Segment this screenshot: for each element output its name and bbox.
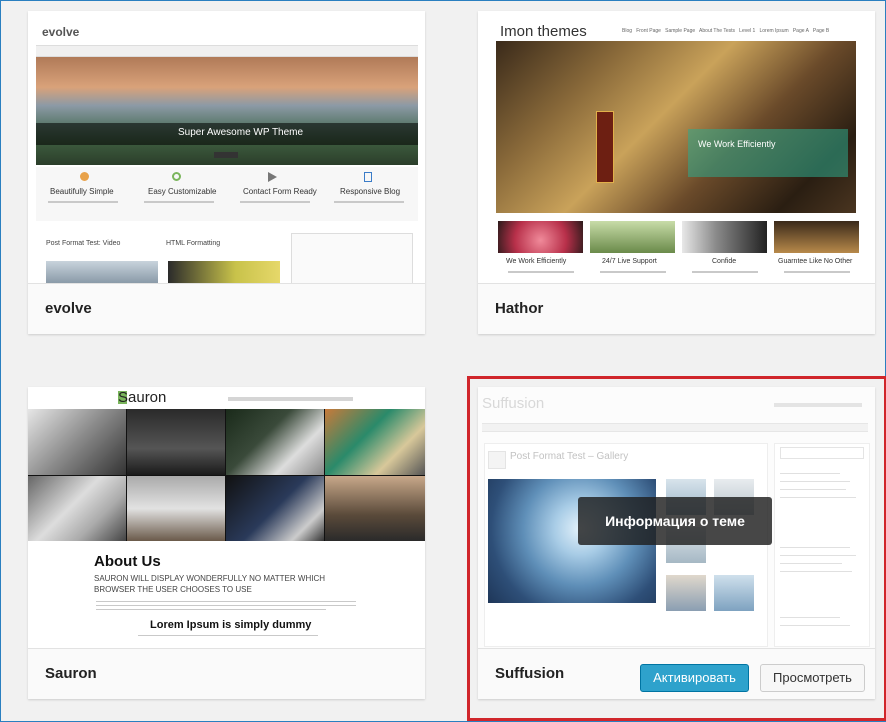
grid-tile <box>127 476 225 541</box>
feature-title: Beautifully Simple <box>50 187 114 196</box>
preview-nav-bar <box>228 397 353 401</box>
preview-about-text: SAURON WILL DISPLAY WONDERFULLY NO MATTE… <box>94 574 325 594</box>
preview-hero-caption-box <box>688 129 848 177</box>
feature-icon <box>268 172 277 182</box>
preview-post-title: Post Format Test: Video <box>46 240 121 247</box>
preview-hero-title: Super Awesome WP Theme <box>178 127 304 138</box>
theme-card-evolve[interactable]: evolve Super Awesome WP Theme Beautifull… <box>28 11 425 334</box>
preview-feature-title: Guarntee Like No Other <box>778 258 853 265</box>
preview-hero-image <box>36 57 418 165</box>
preview-feature-title: Confide <box>712 258 737 265</box>
grid-tile <box>226 476 324 541</box>
placeholder-line <box>138 635 318 636</box>
feature-title: Easy Customizable <box>148 187 217 196</box>
preview-nav-item: Level 1 <box>739 28 756 34</box>
theme-name: evolve <box>45 300 92 317</box>
theme-screenshot[interactable]: Imon themes Blog Front Page Sample Page … <box>478 11 875 283</box>
preview-hero-button <box>214 152 238 158</box>
placeholder-line <box>96 601 356 602</box>
feature-title: Contact Form Ready <box>243 187 317 196</box>
grid-tile <box>127 409 225 475</box>
placeholder-line <box>600 271 666 273</box>
preview-feature-title: We Work Efficiently <box>506 258 567 265</box>
preview-feature-image <box>498 221 583 253</box>
theme-name-bar: Sauron <box>28 648 425 699</box>
preview-feature-image <box>774 221 859 253</box>
preview-nav-bar <box>36 45 418 57</box>
grid-tile <box>325 476 425 541</box>
theme-name-bar: evolve <box>28 283 425 334</box>
preview-nav-item: About The Tests <box>699 28 735 34</box>
placeholder-line <box>784 271 850 273</box>
placeholder-line <box>240 201 310 203</box>
grid-tile <box>28 409 126 475</box>
preview-feature-image <box>682 221 767 253</box>
preview-lorem-title: Lorem Ipsum is simply dummy <box>150 619 312 631</box>
preview-nav-item: Page A <box>792 28 809 34</box>
preview-about-title: About Us <box>94 553 161 570</box>
preview-post-image <box>168 261 280 283</box>
preview-sidebar <box>291 233 413 283</box>
preview-nav-item: Blog <box>622 28 633 34</box>
preview-post-image <box>46 261 158 283</box>
theme-name-bar: Hathor <box>478 283 875 334</box>
theme-name: Sauron <box>45 665 97 682</box>
preview-hero-image <box>496 41 856 213</box>
grid-tile <box>28 476 126 541</box>
preview-nav: Blog Front Page Sample Page About The Te… <box>622 28 829 34</box>
theme-screenshot[interactable]: evolve Super Awesome WP Theme Beautifull… <box>28 11 425 283</box>
preview-logo: Sauron <box>118 389 167 406</box>
preview-nav-item: Lorem Ipsum <box>759 28 789 34</box>
preview-feature-title: 24/7 Live Support <box>602 258 657 265</box>
placeholder-line <box>692 271 758 273</box>
preview-logo: evolve <box>42 25 80 39</box>
placeholder-line <box>96 609 326 610</box>
feature-icon <box>172 172 181 181</box>
preview-logo: Imon themes <box>500 23 587 40</box>
placeholder-line <box>508 271 574 273</box>
feature-icon <box>80 172 89 181</box>
placeholder-line <box>334 201 404 203</box>
preview-feature-image <box>590 221 675 253</box>
preview-nav-item: Sample Page <box>665 28 696 34</box>
feature-title: Responsive Blog <box>340 187 401 196</box>
preview-post-title: HTML Formatting <box>166 240 221 247</box>
theme-name: Hathor <box>495 300 544 317</box>
theme-card-hathor[interactable]: Imon themes Blog Front Page Sample Page … <box>478 11 875 334</box>
theme-card-sauron[interactable]: Sauron About Us SAURON WILL DISPLAY WOND… <box>28 387 425 699</box>
preview-nav-item: Front Page <box>636 28 661 34</box>
placeholder-line <box>144 201 214 203</box>
theme-screenshot[interactable]: Sauron About Us SAURON WILL DISPLAY WOND… <box>28 387 425 649</box>
grid-tile <box>226 409 324 475</box>
preview-building-sign <box>596 111 614 183</box>
placeholder-line <box>48 201 118 203</box>
preview-nav-item: Page B <box>812 28 830 34</box>
feature-icon <box>364 172 372 182</box>
preview-hero-caption: We Work Efficiently <box>698 139 776 149</box>
selection-highlight <box>467 376 886 721</box>
placeholder-line <box>96 605 356 606</box>
grid-tile <box>325 409 425 475</box>
theme-browser: evolve Super Awesome WP Theme Beautifull… <box>0 0 886 722</box>
